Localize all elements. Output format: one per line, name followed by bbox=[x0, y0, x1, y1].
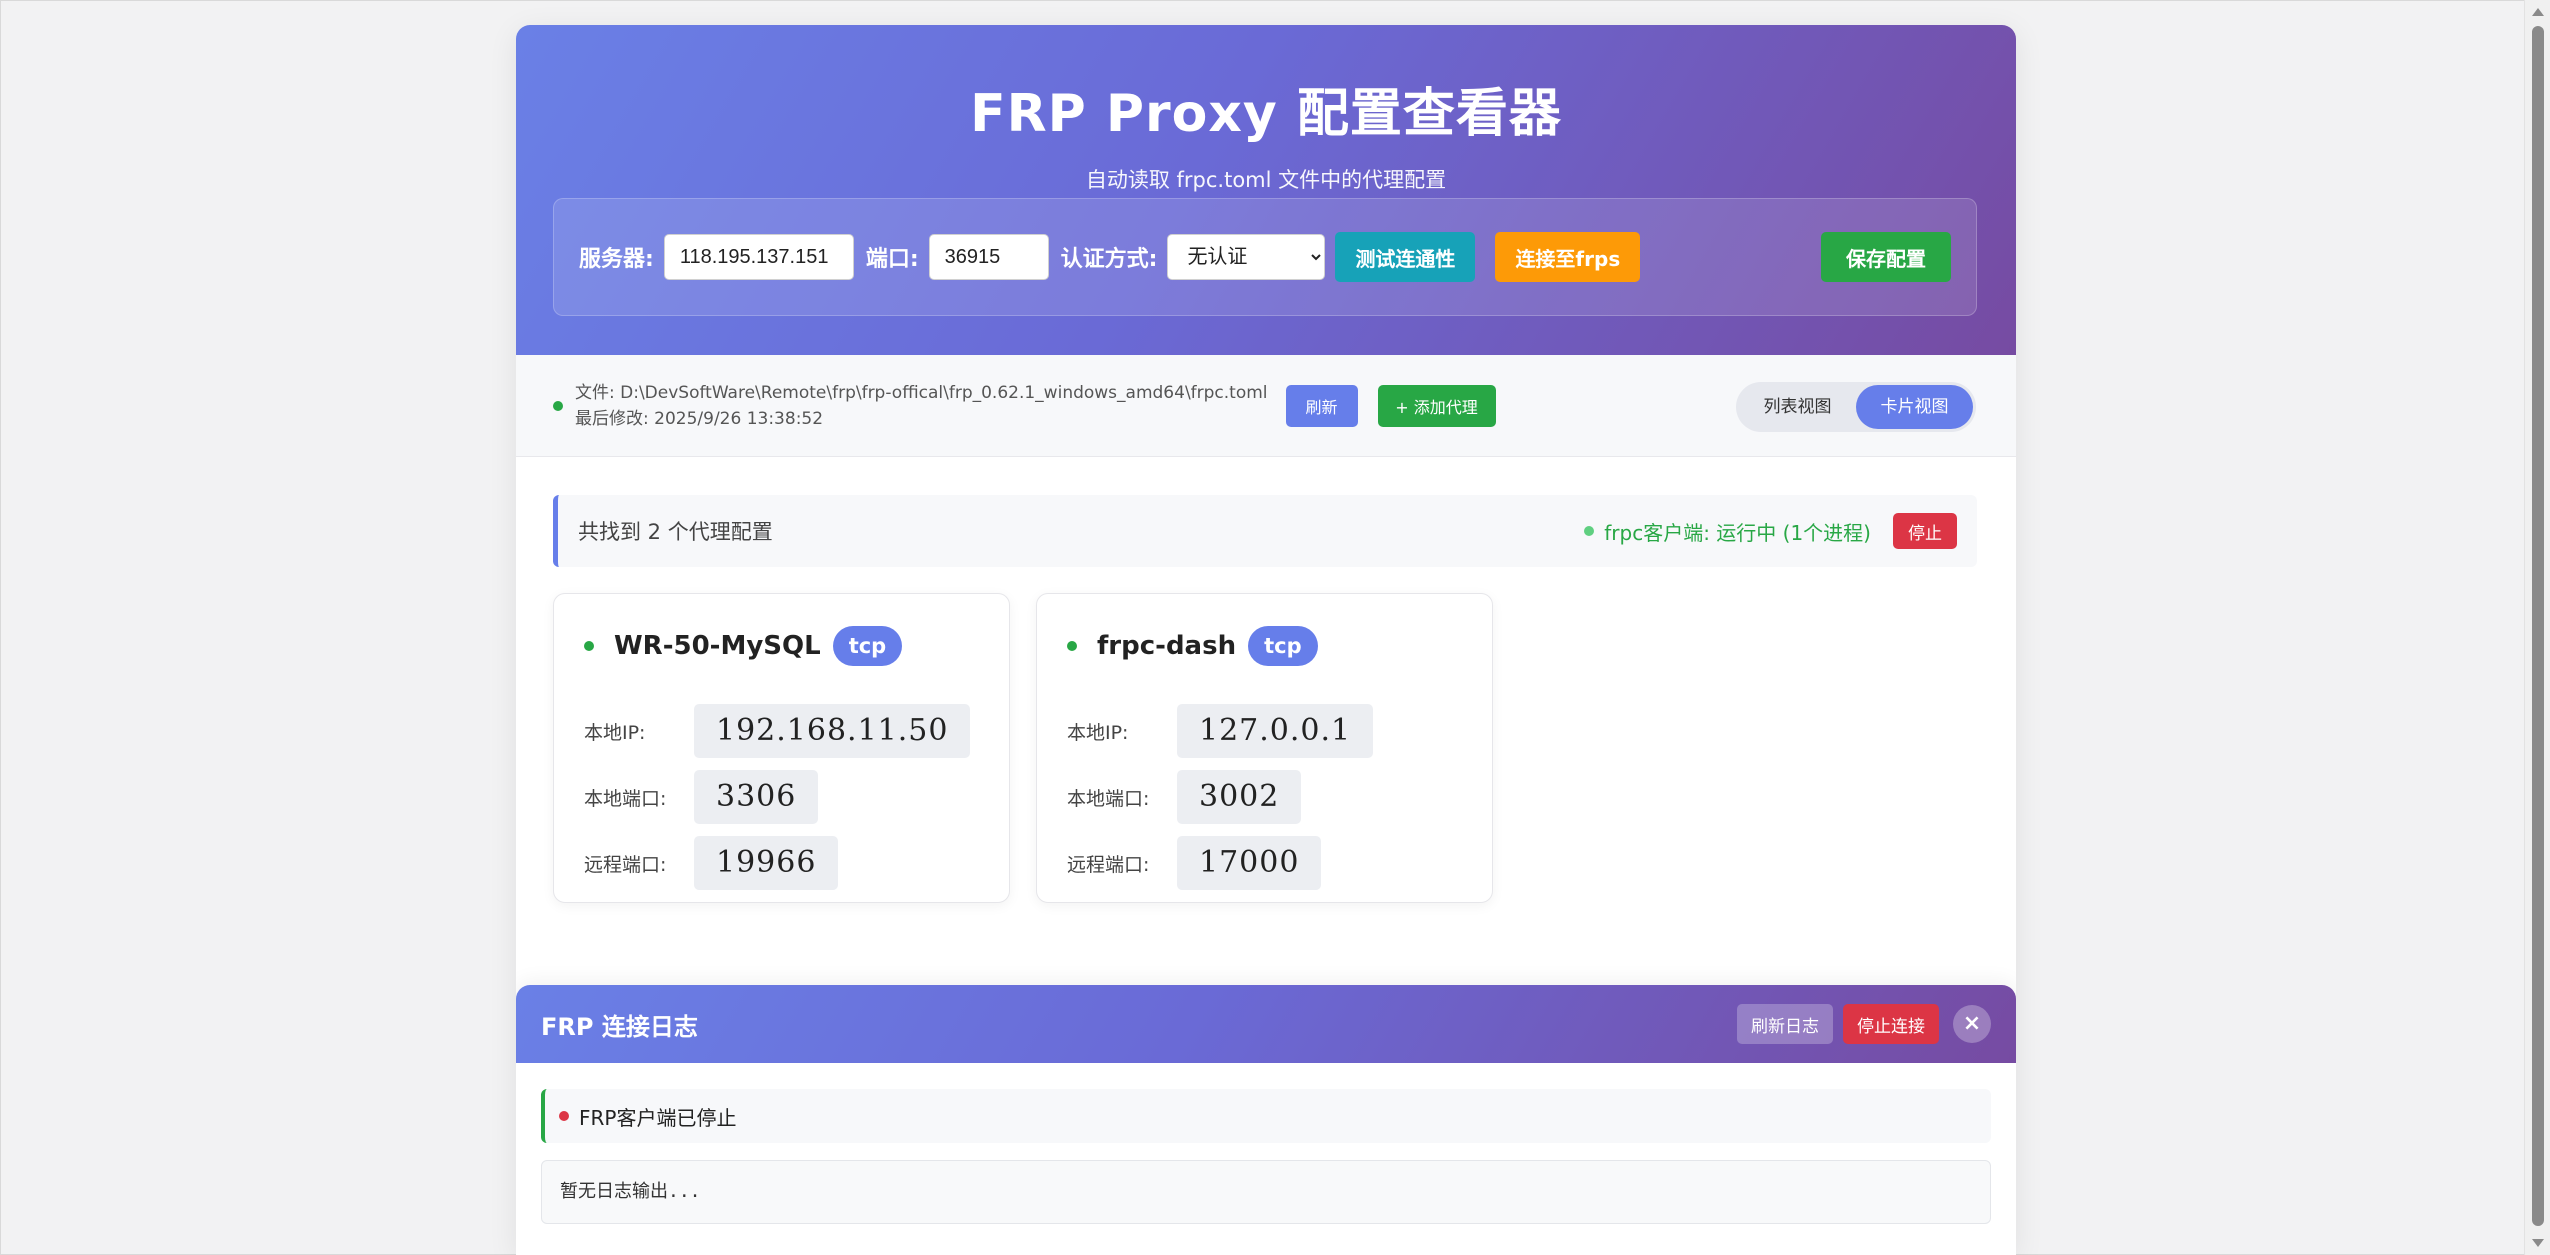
proxy-name: WR-50-MySQL bbox=[614, 631, 821, 661]
auth-label: 认证方式: bbox=[1060, 247, 1158, 272]
local-ip-label: 本地IP: bbox=[1067, 721, 1129, 744]
card-view-option[interactable]: 卡片视图 bbox=[1856, 385, 1973, 429]
list-view-option[interactable]: 列表视图 bbox=[1739, 385, 1856, 429]
proxy-type-badge: tcp bbox=[1248, 626, 1318, 666]
test-connectivity-button[interactable]: 测试连通性 bbox=[1335, 232, 1476, 282]
proxy-card[interactable]: frpc-dash tcp 本地IP: 127.0.0.1 本地端口: 3002… bbox=[1036, 593, 1493, 903]
proxy-name: frpc-dash bbox=[1097, 631, 1237, 661]
vertical-scrollbar[interactable] bbox=[2524, 0, 2550, 1255]
card-header: WR-50-MySQL tcp bbox=[584, 594, 979, 698]
local-port-label: 本地端口: bbox=[584, 787, 667, 810]
remote-port-label: 远程端口: bbox=[1067, 853, 1150, 876]
local-ip-label: 本地IP: bbox=[584, 721, 646, 744]
remote-port-value: 19966 bbox=[694, 836, 839, 890]
card-header: frpc-dash tcp bbox=[1067, 594, 1462, 698]
local-ip-value: 127.0.0.1 bbox=[1177, 704, 1374, 758]
proxy-summary: 共找到 2 个代理配置 frpc客户端: 运行中 (1个进程) 停止 bbox=[553, 495, 1977, 567]
log-panel: FRP 连接日志 刷新日志 停止连接 × FRP客户端已停止 暂无日志输出... bbox=[516, 985, 2016, 1255]
log-status: FRP客户端已停止 bbox=[541, 1089, 1991, 1143]
header: FRP Proxy 配置查看器 自动读取 frpc.toml 文件中的代理配置 … bbox=[516, 25, 2016, 355]
local-port-value: 3002 bbox=[1177, 770, 1302, 824]
add-proxy-button[interactable]: + 添加代理 bbox=[1377, 384, 1496, 427]
remote-port-row: 远程端口: 17000 bbox=[1067, 830, 1462, 896]
stop-connection-button[interactable]: 停止连接 bbox=[1843, 1004, 1939, 1044]
scroll-up-icon[interactable] bbox=[2532, 8, 2544, 16]
file-toolbar: 文件: D:\DevSoftWare\Remote\frp\frp-offica… bbox=[516, 355, 2016, 457]
local-ip-row: 本地IP: 127.0.0.1 bbox=[1067, 698, 1462, 764]
local-ip-row: 本地IP: 192.168.11.50 bbox=[584, 698, 979, 764]
page-subtitle: 自动读取 frpc.toml 文件中的代理配置 bbox=[1085, 168, 1447, 192]
scroll-thumb[interactable] bbox=[2532, 26, 2544, 1226]
log-title: FRP 连接日志 bbox=[541, 1012, 698, 1041]
scroll-down-icon[interactable] bbox=[2532, 1239, 2544, 1247]
app-container: FRP Proxy 配置查看器 自动读取 frpc.toml 文件中的代理配置 … bbox=[516, 25, 2016, 1255]
log-header: FRP 连接日志 刷新日志 停止连接 × bbox=[516, 985, 2016, 1063]
log-output: 暂无日志输出... bbox=[541, 1160, 1991, 1224]
view-toggle: 列表视图 卡片视图 bbox=[1736, 382, 1976, 432]
file-info: 文件: D:\DevSoftWare\Remote\frp\frp-offica… bbox=[575, 380, 1268, 432]
client-status-text: frpc客户端: 运行中 (1个进程) bbox=[1604, 520, 1871, 545]
remote-port-label: 远程端口: bbox=[584, 853, 667, 876]
connect-frps-button[interactable]: 连接至frps bbox=[1495, 232, 1641, 282]
proxy-type-badge: tcp bbox=[832, 626, 903, 666]
save-config-button[interactable]: 保存配置 bbox=[1821, 232, 1951, 282]
file-path: 文件: D:\DevSoftWare\Remote\frp\frp-offica… bbox=[575, 382, 1268, 403]
proxy-count: 共找到 2 个代理配置 bbox=[578, 520, 773, 544]
page-title: FRP Proxy 配置查看器 bbox=[970, 84, 1562, 144]
remote-port-row: 远程端口: 19966 bbox=[584, 830, 979, 896]
server-config-bar: 服务器: 端口: 认证方式: 无认证 测试连通性 连接至frps 保存配置 bbox=[553, 198, 1977, 316]
close-icon[interactable]: × bbox=[1953, 1005, 1991, 1043]
local-port-value: 3306 bbox=[694, 770, 819, 824]
proxy-status-dot bbox=[584, 641, 594, 651]
remote-port-value: 17000 bbox=[1177, 836, 1322, 890]
local-port-label: 本地端口: bbox=[1067, 787, 1150, 810]
local-port-row: 本地端口: 3002 bbox=[1067, 764, 1462, 830]
port-input[interactable] bbox=[928, 234, 1049, 280]
server-input[interactable] bbox=[663, 234, 854, 280]
log-actions: 刷新日志 停止连接 × bbox=[1727, 1004, 1991, 1044]
proxy-card[interactable]: WR-50-MySQL tcp 本地IP: 192.168.11.50 本地端口… bbox=[553, 593, 1010, 903]
last-modified: 最后修改: 2025/9/26 13:38:52 bbox=[575, 408, 824, 429]
local-ip-value: 192.168.11.50 bbox=[694, 704, 971, 758]
port-label: 端口: bbox=[865, 247, 919, 272]
client-status-dot bbox=[1584, 526, 1595, 536]
local-port-row: 本地端口: 3306 bbox=[584, 764, 979, 830]
log-status-dot bbox=[559, 1111, 569, 1121]
refresh-log-button[interactable]: 刷新日志 bbox=[1737, 1004, 1833, 1044]
refresh-button[interactable]: 刷新 bbox=[1285, 384, 1358, 427]
auth-select[interactable]: 无认证 bbox=[1167, 234, 1326, 280]
proxy-status-dot bbox=[1067, 641, 1077, 651]
client-status: frpc客户端: 运行中 (1个进程) bbox=[1584, 517, 1871, 546]
stop-client-button[interactable]: 停止 bbox=[1893, 513, 1957, 549]
file-status-dot bbox=[553, 400, 563, 411]
server-label: 服务器: bbox=[579, 247, 654, 272]
log-status-text: FRP客户端已停止 bbox=[579, 1105, 737, 1130]
